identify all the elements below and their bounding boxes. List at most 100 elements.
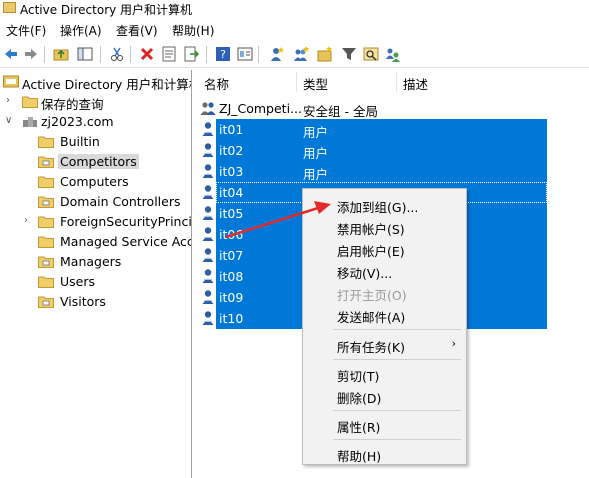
tree-root[interactable]: Active Directory 用户和计算机 [0, 72, 192, 92]
user-row[interactable]: it03 用户 [196, 161, 589, 182]
folder-icon [38, 216, 54, 228]
menu-disable-account[interactable]: 禁用帐户(S) [303, 215, 466, 237]
title-bar: Active Directory 用户和计算机 [0, 0, 589, 18]
toolbar: ? [0, 42, 589, 68]
expand-icon[interactable]: › [24, 216, 34, 226]
row-name: it03 [219, 164, 244, 179]
column-header-type[interactable]: 类型 [303, 74, 328, 94]
folder-icon [38, 176, 54, 188]
tree-item-label: Domain Controllers [60, 194, 181, 209]
menu-delete[interactable]: 删除(D) [303, 384, 466, 406]
tree-item-saved-queries[interactable]: › 保存的查询 [0, 92, 191, 113]
selection-highlight [216, 119, 547, 140]
menu-add-to-group[interactable]: 添加到组(G)... [303, 193, 466, 215]
menu-action[interactable]: 操作(A) [60, 22, 102, 39]
row-name: it09 [219, 290, 244, 305]
user-icon [200, 268, 216, 284]
user-icon [200, 142, 216, 158]
user-icon [200, 247, 216, 263]
user-icon [200, 184, 216, 200]
user-icon [200, 289, 216, 305]
add-to-group-icon[interactable] [384, 45, 402, 63]
group-icon [200, 100, 216, 116]
cut-icon[interactable] [108, 45, 126, 63]
tree-item-foreign-security-principals[interactable]: › ForeignSecurityPrincipals [0, 212, 192, 232]
new-user-icon[interactable] [268, 45, 286, 63]
ou-folder-icon [38, 196, 54, 208]
user-row[interactable]: it02 用户 [196, 140, 589, 161]
tree-item-visitors[interactable]: Visitors [0, 292, 191, 312]
back-icon[interactable] [2, 45, 20, 63]
menu-all-tasks[interactable]: 所有任务(K) › [303, 333, 466, 355]
tree-root-label: Active Directory 用户和计算机 [22, 77, 192, 92]
menu-help-item[interactable]: 帮助(H) [303, 442, 466, 464]
row-name: ZJ_Competi... [219, 101, 302, 116]
menu-cut[interactable]: 剪切(T) [303, 362, 466, 384]
folder-icon [38, 136, 54, 148]
row-name: it05 [219, 206, 244, 221]
tree-item-computers[interactable]: Computers [0, 172, 191, 192]
tree-item-domain[interactable]: ∨ zj2023.com [0, 112, 191, 132]
row-name: it01 [219, 122, 244, 137]
row-name: it08 [219, 269, 244, 284]
menu-enable-account[interactable]: 启用帐户(E) [303, 237, 466, 259]
row-type: 安全组 - 全局 [303, 104, 378, 119]
selection-highlight [216, 140, 547, 161]
ad-icon [3, 75, 19, 88]
selection-highlight [216, 161, 547, 182]
tree-item-label: Builtin [60, 134, 100, 149]
new-ou-icon[interactable] [316, 45, 334, 63]
menu-open-home-page: 打开主页(O) [337, 288, 407, 303]
tree-item-builtin[interactable]: Builtin [0, 132, 191, 152]
tree-item-managed-service-accounts[interactable]: Managed Service Accounts [0, 232, 191, 252]
tree-item-label: Computers [60, 174, 129, 189]
context-menu: 添加到组(G)... 禁用帐户(S) 启用帐户(E) 移动(V)... 打开主页… [302, 188, 467, 465]
user-icon [200, 163, 216, 179]
menu-send-mail[interactable]: 发送邮件(A) [303, 303, 466, 325]
submenu-arrow-icon: › [451, 337, 456, 350]
svg-text:?: ? [220, 48, 226, 61]
row-name: it07 [219, 248, 244, 263]
expand-icon[interactable]: › [6, 96, 16, 106]
tree-item-label: Managers [60, 254, 122, 269]
properties-icon[interactable] [160, 45, 178, 63]
new-group-icon[interactable] [292, 45, 310, 63]
tree-item-label: Managed Service Accounts [60, 234, 191, 249]
tree-item-domain-controllers[interactable]: Domain Controllers [0, 192, 191, 212]
tree-item-label: 保存的查询 [41, 97, 104, 112]
help-icon[interactable]: ? [214, 45, 232, 63]
group-row[interactable]: ZJ_Competi... 安全组 - 全局 [196, 98, 589, 119]
export-icon[interactable] [182, 45, 200, 63]
ou-folder-icon [38, 156, 54, 168]
row-name: it02 [219, 143, 244, 158]
menu-view[interactable]: 查看(V) [116, 22, 158, 39]
menu-file[interactable]: 文件(F) [6, 22, 46, 39]
column-header-description[interactable]: 描述 [403, 74, 428, 94]
tree-item-label: ForeignSecurityPrincipals [60, 214, 192, 229]
menu-properties[interactable]: 属性(R) [303, 413, 466, 435]
menu-help[interactable]: 帮助(H) [172, 22, 214, 39]
collapse-icon[interactable]: ∨ [5, 116, 15, 126]
menu-move[interactable]: 移动(V)... [303, 259, 466, 281]
folder-icon [38, 236, 54, 248]
tree-item-managers[interactable]: Managers [0, 252, 191, 272]
domain-icon [23, 117, 37, 127]
column-header-name[interactable]: 名称 [204, 74, 229, 94]
window-title: Active Directory 用户和计算机 [20, 3, 193, 17]
user-icon [200, 226, 216, 242]
tree-item-competitors[interactable]: Competitors [0, 152, 191, 172]
ou-folder-icon [38, 296, 54, 308]
row-type: 用户 [303, 125, 329, 140]
console-tree-icon[interactable] [76, 45, 94, 63]
view-icon[interactable] [236, 45, 254, 63]
tree-item-users[interactable]: Users [0, 272, 191, 292]
delete-icon[interactable] [138, 45, 156, 63]
app-icon [3, 2, 16, 13]
user-row[interactable]: it01 用户 [196, 119, 589, 140]
folder-up-icon[interactable] [52, 45, 70, 63]
filter-icon[interactable] [340, 45, 358, 63]
find-icon[interactable] [362, 45, 380, 63]
tree-item-label: Visitors [60, 294, 106, 309]
user-icon [200, 310, 216, 326]
forward-icon[interactable] [22, 45, 40, 63]
